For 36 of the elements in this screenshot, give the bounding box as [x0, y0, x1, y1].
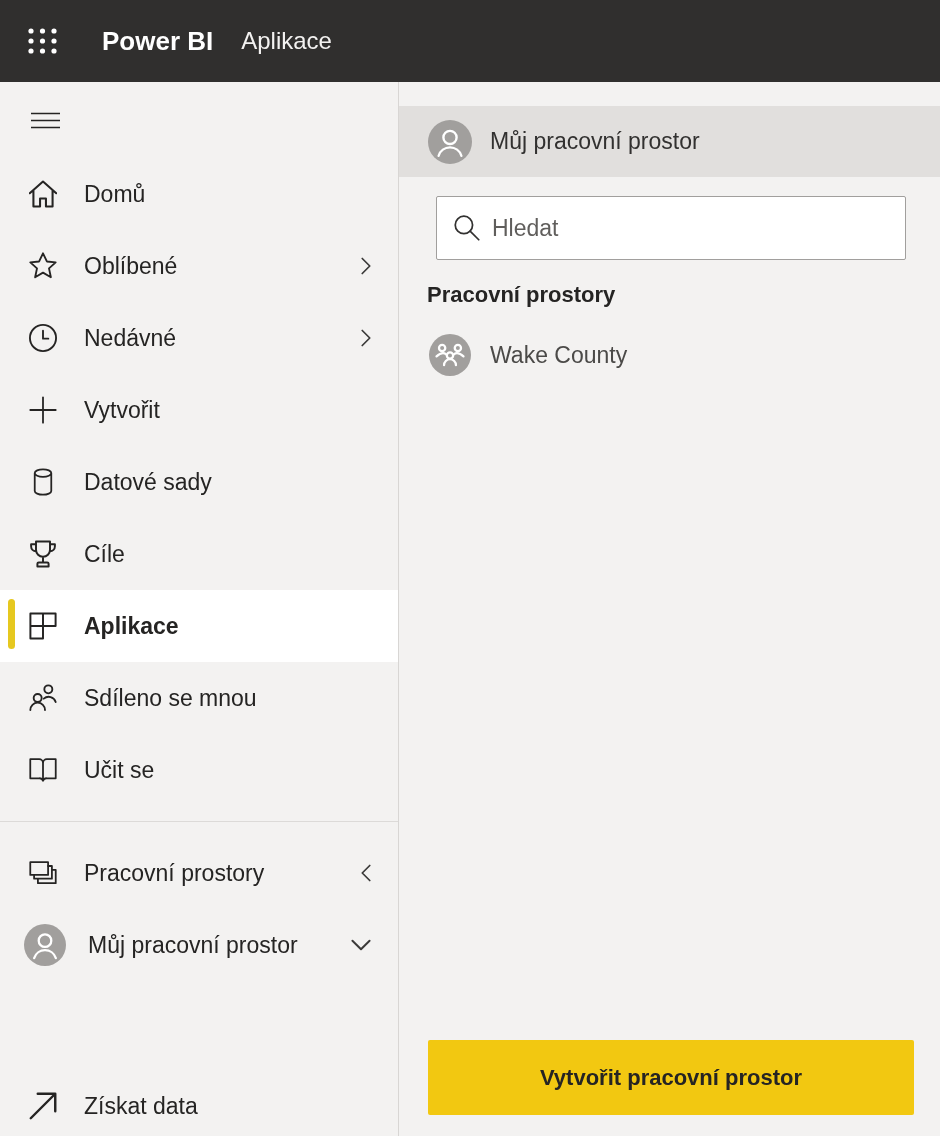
- user-avatar-icon: [24, 924, 66, 966]
- nav-item[interactable]: Datové sady: [0, 446, 398, 518]
- nav-item[interactable]: Oblíbené: [0, 230, 398, 302]
- workspace-item[interactable]: Wake County: [399, 325, 940, 385]
- nav-item[interactable]: Nedávné: [0, 302, 398, 374]
- nav-item[interactable]: Můj pracovní prostor: [0, 909, 398, 981]
- app-title[interactable]: Power BI: [102, 25, 214, 57]
- group-icon: [429, 334, 471, 376]
- book-icon: [29, 756, 57, 784]
- user-avatar-icon: [428, 119, 472, 164]
- nav-item[interactable]: Učit se: [0, 734, 398, 806]
- nav-item[interactable]: Domů: [0, 158, 398, 230]
- nav-item[interactable]: Získat data: [0, 1076, 398, 1136]
- plus-icon: [29, 396, 57, 424]
- search-field[interactable]: Hledat: [436, 196, 906, 260]
- nav-item[interactable]: Aplikace: [0, 590, 398, 662]
- arrow-up-right-icon: [29, 1092, 57, 1120]
- nav-item[interactable]: Cíle: [0, 518, 398, 590]
- workspace-item[interactable]: Můj pracovní prostor: [399, 106, 940, 177]
- menu-icon[interactable]: [30, 111, 61, 129]
- star-icon: [29, 252, 57, 280]
- nav-item[interactable]: Vytvořit: [0, 374, 398, 446]
- home-icon: [29, 180, 57, 208]
- page-title: Aplikace: [241, 27, 332, 55]
- create-workspace-button[interactable]: Vytvořit pracovní prostor: [428, 1040, 914, 1115]
- people-icon: [29, 684, 57, 712]
- nav-item[interactable]: Sdíleno se mnou: [0, 662, 398, 734]
- tiles-icon: [29, 612, 57, 640]
- selection-indicator: [8, 599, 15, 649]
- stacked-windows-icon: [29, 859, 57, 887]
- section-heading: Pracovní prostory: [427, 281, 616, 309]
- app-launcher-icon[interactable]: [28, 28, 57, 54]
- nav-item[interactable]: Pracovní prostory: [0, 837, 398, 909]
- trophy-icon: [29, 540, 57, 568]
- search-icon: [454, 215, 480, 241]
- clock-icon: [29, 324, 57, 352]
